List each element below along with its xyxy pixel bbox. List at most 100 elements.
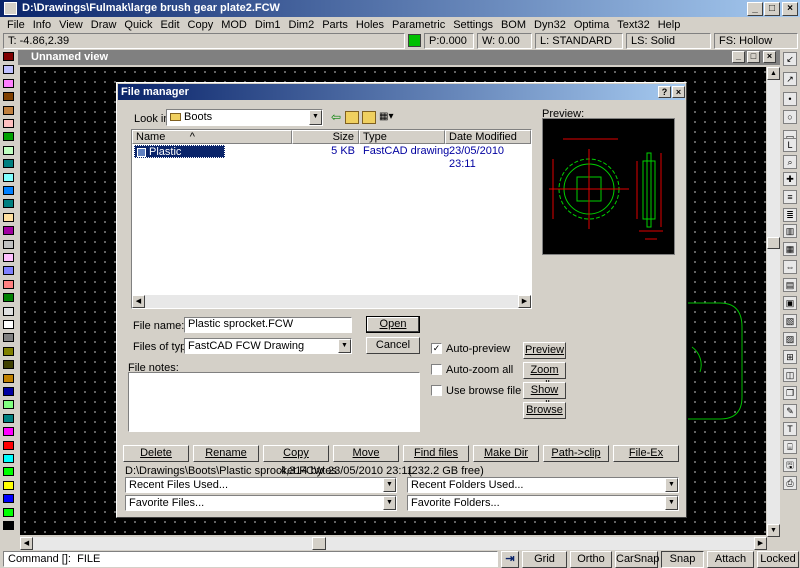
menu-item-view[interactable]: View	[56, 17, 88, 33]
dialog-help-button[interactable]: ?	[658, 86, 671, 98]
list-scroll-right[interactable]: ▶	[518, 295, 531, 308]
arrow-ne-icon[interactable]: ↗	[783, 72, 797, 86]
recent-files-select[interactable]: Recent Files Used... ▼	[125, 477, 397, 493]
menu-item-draw[interactable]: Draw	[88, 17, 122, 33]
minimize-button[interactable]: _	[747, 2, 763, 16]
color-swatch[interactable]	[3, 226, 14, 236]
action-file-ex-button[interactable]: File-Ex	[613, 445, 679, 462]
pattern-icon[interactable]: ▧	[783, 314, 797, 328]
column-header-name[interactable]: Name ^	[132, 130, 292, 144]
color-swatch[interactable]	[3, 293, 14, 303]
color-swatch[interactable]	[3, 186, 14, 195]
maximize-button[interactable]: □	[764, 2, 780, 16]
hatch-icon[interactable]: ▥	[783, 224, 797, 238]
file-name-cell[interactable]: Plastic sprocket.FCW	[134, 145, 225, 171]
snap-button[interactable]: Snap	[661, 551, 704, 568]
chevron-down-icon[interactable]: ▼	[309, 110, 322, 125]
color-swatch[interactable]	[3, 119, 14, 128]
horizontal-scroll-thumb[interactable]	[312, 537, 326, 550]
up-folder-icon[interactable]	[345, 111, 359, 124]
current-color-swatch[interactable]	[408, 34, 421, 47]
color-swatch[interactable]	[3, 521, 14, 530]
favorite-folders-select[interactable]: Favorite Folders... ▼	[407, 495, 679, 511]
list-icon[interactable]: ≣	[783, 208, 797, 222]
attach-button[interactable]: Attach	[707, 551, 754, 568]
action-find-files-button[interactable]: Find files	[403, 445, 469, 462]
color-swatch[interactable]	[3, 132, 14, 142]
menu-item-dyn32[interactable]: Dyn32	[531, 17, 571, 33]
file-list[interactable]: Name ^ Size Type Date Modified Plastic s…	[131, 129, 532, 309]
files-of-type-select[interactable]: FastCAD FCW Drawing ▼	[184, 338, 352, 354]
file-list-scrollbar[interactable]: ◀ ▶	[132, 295, 531, 308]
scroll-right-button[interactable]: ▶	[754, 537, 767, 550]
action-move-button[interactable]: Move	[333, 445, 399, 462]
locked-button[interactable]: Locked	[757, 551, 799, 568]
color-swatch[interactable]	[3, 92, 14, 102]
vertical-scroll-thumb[interactable]	[767, 237, 780, 249]
show-all-button[interactable]: Show all	[523, 382, 566, 411]
color-swatch[interactable]	[3, 65, 14, 75]
color-swatch[interactable]	[3, 172, 14, 182]
window-icon[interactable]: ◫	[783, 368, 797, 382]
color-swatch[interactable]	[3, 333, 14, 343]
color-swatch[interactable]	[3, 467, 14, 477]
column-header-type[interactable]: Type	[359, 130, 445, 144]
favorite-files-select[interactable]: Favorite Files... ▼	[125, 495, 397, 511]
color-swatch[interactable]	[3, 306, 14, 316]
color-swatch[interactable]	[3, 52, 14, 61]
arrow-sw-icon[interactable]: ↙	[783, 52, 797, 66]
action-make-dir-button[interactable]: Make Dir	[473, 445, 539, 462]
menu-item-edit[interactable]: Edit	[158, 17, 185, 33]
fill-style-field[interactable]: FS: Hollow	[714, 33, 798, 49]
open-icon[interactable]: ⌸	[783, 440, 797, 454]
preview-button[interactable]: Preview	[523, 342, 566, 359]
vertical-scrollbar[interactable]: ▲ ▼	[767, 67, 780, 537]
scroll-up-button[interactable]: ▲	[767, 67, 780, 80]
view-menu-icon[interactable]: ▦▾	[379, 111, 397, 124]
scroll-left-button[interactable]: ◀	[20, 537, 33, 550]
line-style-field[interactable]: LS: Solid	[626, 33, 711, 49]
color-swatch[interactable]	[3, 145, 14, 155]
column-header-size[interactable]: Size	[292, 130, 359, 144]
color-swatch[interactable]	[3, 199, 14, 209]
action-copy-button[interactable]: Copy	[263, 445, 329, 462]
recent-folders-select[interactable]: Recent Folders Used... ▼	[407, 477, 679, 493]
text-icon[interactable]: T	[783, 422, 797, 436]
print-icon[interactable]: ⎙	[783, 476, 797, 490]
action-delete-button[interactable]: Delete	[123, 445, 189, 462]
color-swatch[interactable]	[3, 239, 14, 249]
color-swatch[interactable]	[3, 427, 14, 437]
color-swatch[interactable]	[3, 212, 14, 222]
color-swatch[interactable]	[3, 454, 14, 463]
line-icon[interactable]: L	[783, 138, 797, 152]
chevron-down-icon[interactable]: ▼	[665, 478, 678, 492]
menu-item-settings[interactable]: Settings	[450, 17, 498, 33]
save-icon[interactable]: 🖫	[783, 458, 797, 472]
copy-icon[interactable]: ❐	[783, 386, 797, 400]
menu-item-file[interactable]: File	[4, 17, 30, 33]
color-swatch[interactable]	[3, 279, 14, 289]
color-swatch[interactable]	[3, 480, 14, 490]
color-swatch[interactable]	[3, 440, 14, 450]
color-swatch[interactable]	[3, 373, 14, 383]
point-icon[interactable]: •	[783, 92, 797, 106]
block-icon[interactable]: ▣	[783, 296, 797, 310]
auto-zoom-checkbox[interactable]	[431, 364, 442, 375]
horizontal-scrollbar[interactable]: ◀ ▶	[20, 537, 767, 550]
menu-item-quick[interactable]: Quick	[121, 17, 157, 33]
scroll-down-button[interactable]: ▼	[767, 524, 780, 537]
edit-icon[interactable]: ✎	[783, 404, 797, 418]
color-swatch[interactable]	[3, 400, 14, 410]
command-line[interactable]: Command []: FILE	[3, 551, 498, 567]
color-swatch[interactable]	[3, 320, 14, 329]
view-maximize-button[interactable]: □	[747, 51, 760, 63]
open-button[interactable]: Open	[366, 316, 420, 333]
dimension-icon[interactable]: ⇔	[783, 260, 797, 274]
use-browse-file-checkbox[interactable]	[431, 385, 442, 396]
menu-item-parts[interactable]: Parts	[319, 17, 353, 33]
command-arrow-icon[interactable]: ⇥	[501, 551, 519, 568]
menu-item-dim1[interactable]: Dim1	[252, 17, 286, 33]
file-name-input[interactable]: Plastic sprocket.FCW	[184, 317, 352, 333]
chevron-down-icon[interactable]: ▼	[383, 478, 396, 492]
ortho-button[interactable]: Ortho	[570, 551, 612, 568]
